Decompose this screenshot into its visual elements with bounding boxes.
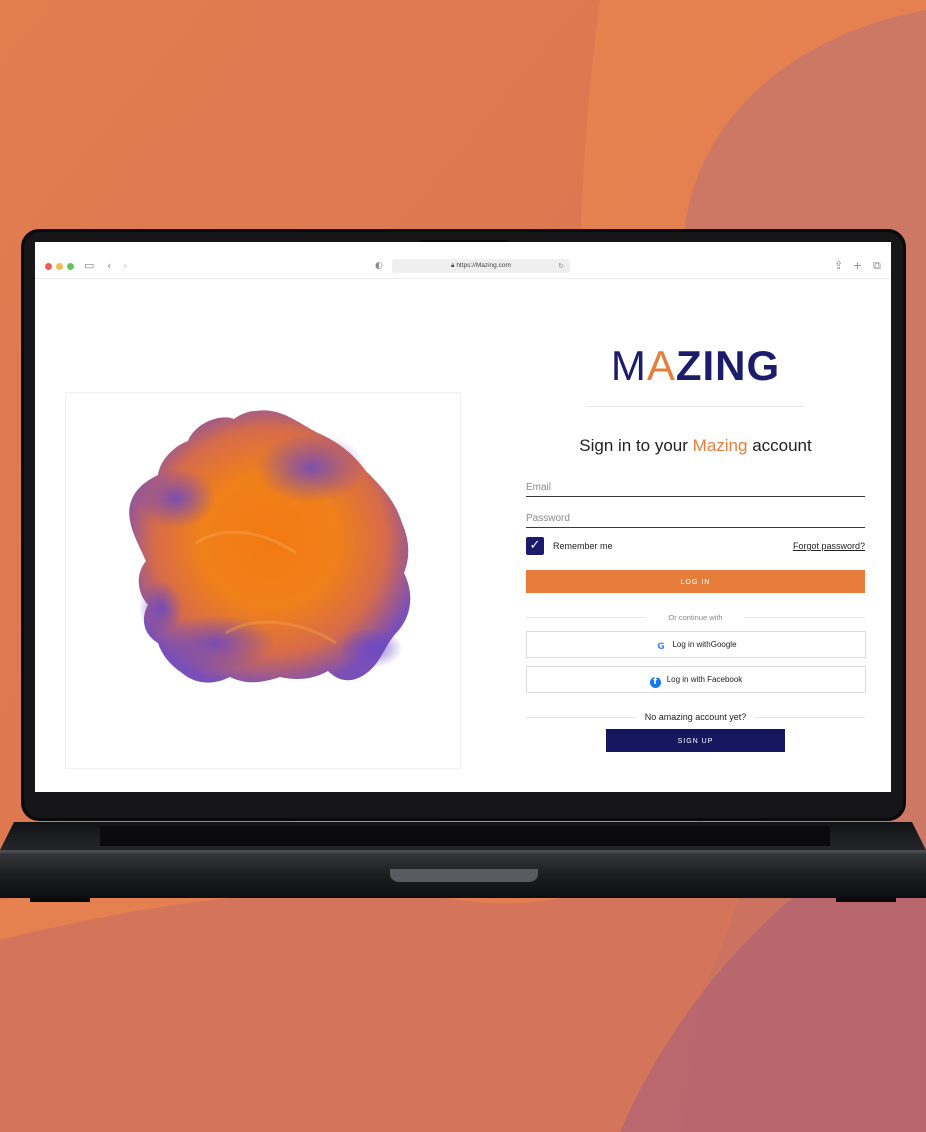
or-continue-text: Or continue with	[668, 613, 723, 622]
forward-icon[interactable]: ›	[123, 258, 127, 274]
google-login-label: Log in withGoogle	[672, 640, 737, 649]
logo-letter-m: M	[610, 342, 647, 389]
zoom-window-button[interactable]	[67, 263, 74, 270]
google-icon: G	[655, 642, 667, 653]
facebook-icon: f	[649, 677, 661, 688]
login-button[interactable]: LOG IN	[526, 570, 865, 593]
remember-me-checkbox[interactable]: ✓	[526, 537, 544, 555]
no-account-text: No amazing account yet?	[644, 712, 747, 722]
sidebar-icon[interactable]: ▭	[84, 258, 94, 274]
heading-suffix: account	[747, 436, 812, 455]
forgot-password-link[interactable]: Forgot password?	[793, 541, 865, 552]
password-field[interactable]	[526, 509, 865, 528]
password-field-wrapper	[526, 508, 865, 528]
url-text: https://Mazing.com	[456, 262, 511, 269]
page-title: Sign in to your Mazing account	[526, 435, 865, 457]
no-account-separator: No amazing account yet?	[526, 712, 865, 723]
hero-image-card	[65, 392, 461, 769]
browser-screen: ▭ ‹ › ◐ 🔒︎ https://Mazing.com ↻ ⇪ + ⧉ MA…	[35, 242, 891, 792]
lock-icon: 🔒︎	[451, 263, 455, 269]
mazing-logo: MAZING	[526, 342, 865, 390]
minimize-window-button[interactable]	[56, 263, 63, 270]
email-field[interactable]	[526, 478, 865, 497]
shield-icon[interactable]: ◐	[375, 258, 383, 274]
logo-divider	[586, 406, 804, 407]
close-window-button[interactable]	[45, 263, 52, 270]
signup-button[interactable]: SIGN UP	[606, 729, 785, 752]
heading-brand: Mazing	[692, 436, 748, 455]
login-panel: MAZING Sign in to your Mazing account ✓ …	[526, 242, 866, 792]
logo-letters-zing: ZING	[675, 342, 781, 389]
tabs-icon[interactable]: ⧉	[873, 258, 881, 274]
or-continue-separator: Or continue with	[526, 612, 865, 623]
checkmark-icon: ✓	[529, 538, 541, 553]
logo-letter-a: A	[646, 342, 676, 389]
google-login-button[interactable]: G Log in withGoogle	[526, 631, 866, 658]
remember-me-label: Remember me	[553, 541, 613, 551]
facebook-login-label: Log in with Facebook	[666, 675, 743, 684]
back-icon[interactable]: ‹	[107, 258, 111, 274]
orange-blob-image	[129, 410, 411, 683]
email-field-wrapper	[526, 477, 865, 497]
facebook-login-button[interactable]: f Log in with Facebook	[526, 666, 866, 693]
heading-prefix: Sign in to your	[579, 436, 693, 455]
